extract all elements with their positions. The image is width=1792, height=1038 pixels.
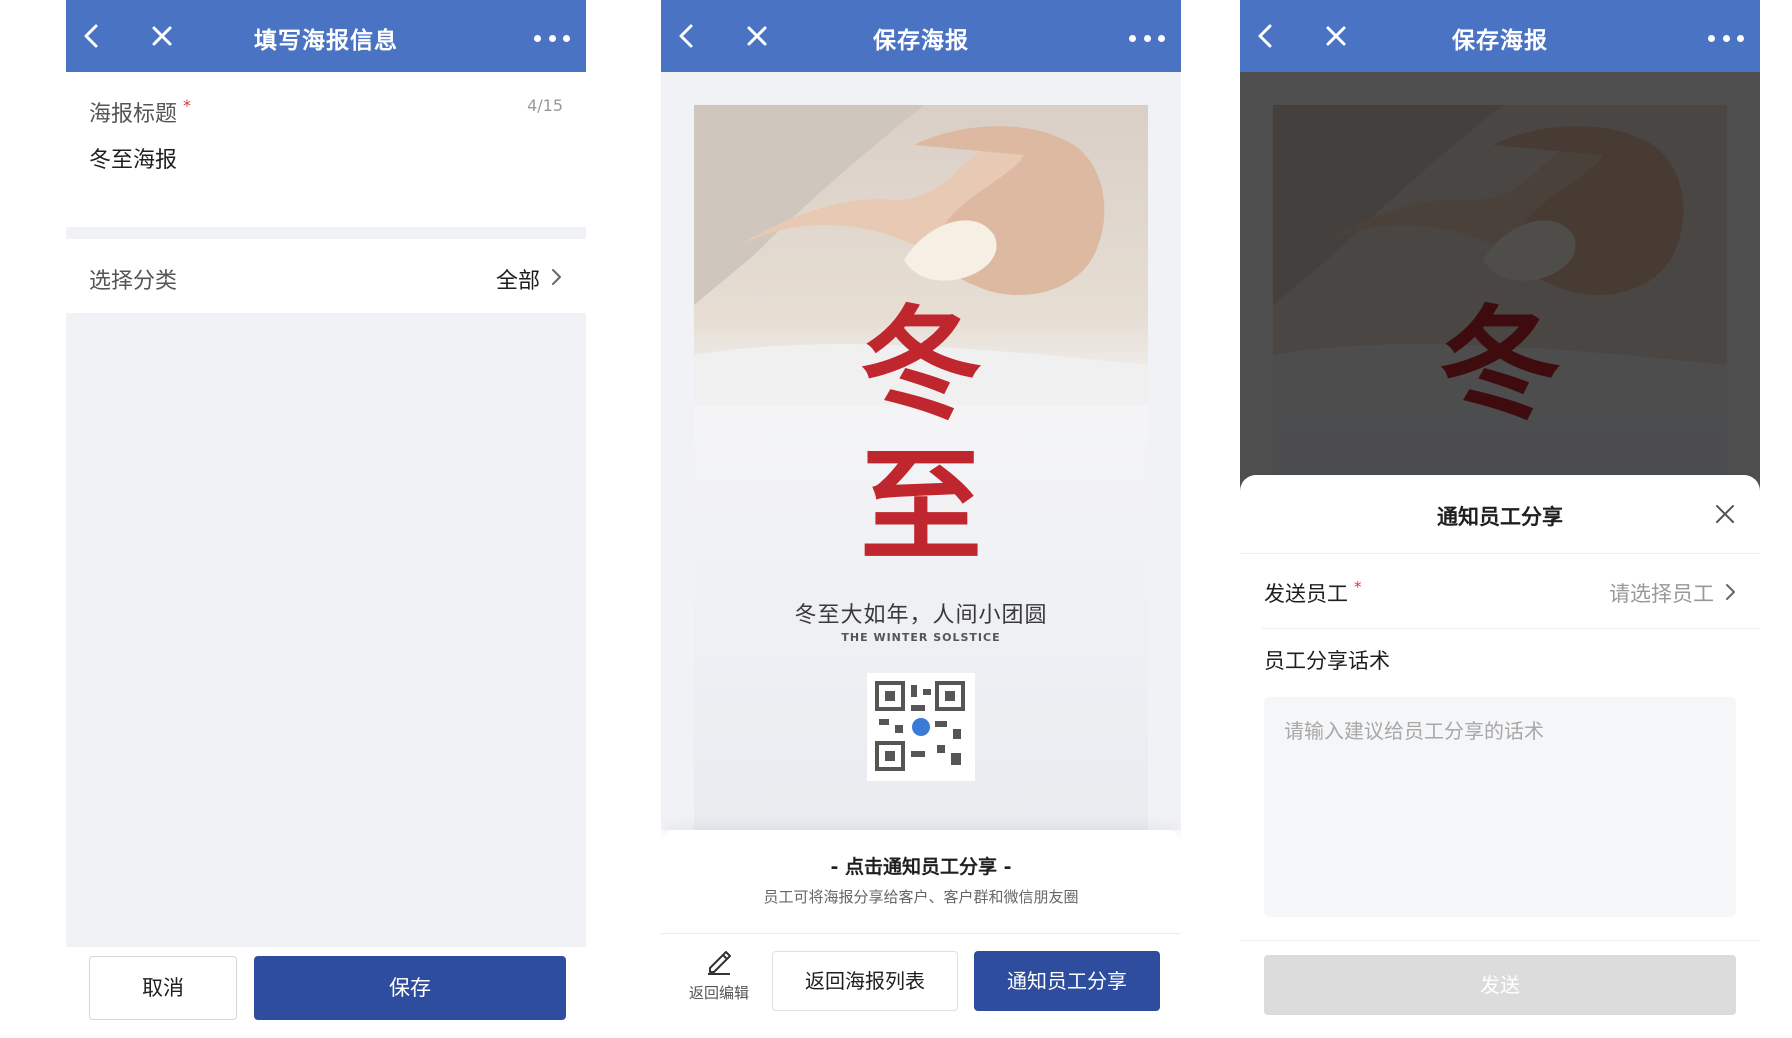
poster-english-title: THE WINTER SOLSTICE — [841, 631, 1001, 644]
sheet-title: 通知员工分享 — [1437, 505, 1563, 529]
close-icon[interactable] — [1318, 18, 1354, 54]
select-staff-placeholder: 请选择员工 — [1609, 582, 1714, 606]
category-label: 选择分类 — [89, 269, 178, 294]
poster-title-input[interactable]: 冬至海报 — [89, 142, 177, 174]
required-mark: * — [1354, 578, 1362, 596]
chevron-left-icon[interactable] — [74, 18, 110, 54]
save-poster-screen: 保存海报 冬 至 冬至大如年，人间小团圆 THE WINTER SOLSTICE… — [661, 0, 1181, 1038]
send-button[interactable]: 发送 — [1264, 955, 1736, 1015]
form-footer: 取消 保存 — [66, 947, 586, 1038]
close-icon[interactable] — [144, 18, 180, 54]
cancel-button[interactable]: 取消 — [89, 956, 237, 1020]
divider — [1240, 940, 1760, 941]
pencil-icon — [704, 946, 734, 976]
chevron-left-icon[interactable] — [669, 18, 705, 54]
navbar: 填写海报信息 — [66, 0, 586, 72]
notify-staff-button[interactable]: 通知员工分享 — [974, 951, 1160, 1011]
page-title: 保存海报 — [873, 28, 969, 54]
page-title: 保存海报 — [1452, 28, 1548, 54]
notify-staff-sheet: 通知员工分享 发送员工* 请选择员工 员工分享话术 发送 — [1240, 475, 1760, 1038]
required-mark: * — [183, 96, 192, 115]
navbar: 保存海报 — [1240, 0, 1760, 72]
sheet-divider — [661, 933, 1181, 934]
poster-preview-area: 冬 至 冬至大如年，人间小团圆 THE WINTER SOLSTICE — [661, 72, 1181, 865]
modal-overlay[interactable] — [1240, 72, 1760, 492]
chevron-right-icon — [1724, 582, 1738, 602]
poster-title-field[interactable]: 海报标题 * 4/15 冬至海报 — [66, 72, 586, 227]
back-to-edit-label: 返回编辑 — [688, 984, 749, 1002]
save-button[interactable]: 保存 — [254, 956, 566, 1020]
poster-char-solstice: 至 — [860, 434, 982, 578]
back-to-edit-button[interactable]: 返回编辑 — [679, 946, 759, 1026]
poster-char-winter: 冬 — [860, 292, 982, 436]
poster-title-label: 海报标题 * — [89, 96, 192, 127]
select-staff-row[interactable]: 发送员工 * 请选择员工 — [1240, 554, 1760, 628]
poster-tagline: 冬至大如年，人间小团圆 — [794, 603, 1048, 628]
share-script-input[interactable] — [1264, 697, 1736, 917]
share-script-label: 员工分享话术 — [1264, 649, 1390, 673]
navbar: 保存海报 — [661, 0, 1181, 72]
category-select-row[interactable]: 选择分类 全部 — [66, 239, 586, 313]
send-staff-label: 发送员工 * — [1264, 578, 1362, 606]
category-value: 全部 — [495, 269, 540, 294]
more-dots-icon[interactable] — [530, 28, 574, 48]
chevron-left-icon[interactable] — [1248, 18, 1284, 54]
char-counter: 4/15 — [527, 96, 563, 115]
close-icon[interactable] — [739, 18, 775, 54]
sheet-title: - 点击通知员工分享 - — [830, 856, 1012, 878]
notify-staff-screen: 保存海报 冬 通知员工分享 发送员工* 请选择员工 — [1240, 0, 1760, 1038]
more-dots-icon[interactable] — [1704, 28, 1748, 48]
share-action-sheet: - 点击通知员工分享 - 员工可将海报分享给客户、客户群和微信朋友圈 返回编辑 … — [661, 830, 1181, 1038]
section-divider — [66, 227, 586, 239]
empty-area — [66, 313, 586, 947]
fill-poster-info-screen: 填写海报信息 海报标题 * 4/15 冬至海报 选择分类 全部 取消 保存 — [66, 0, 586, 1038]
poster-image: 冬 至 冬至大如年，人间小团圆 THE WINTER SOLSTICE — [694, 105, 1148, 865]
sheet-description: 员工可将海报分享给客户、客户群和微信朋友圈 — [763, 888, 1079, 906]
divider — [1262, 628, 1760, 629]
more-dots-icon[interactable] — [1125, 28, 1169, 48]
page-title: 填写海报信息 — [254, 28, 398, 54]
return-to-list-button[interactable]: 返回海报列表 — [772, 951, 958, 1011]
chevron-right-icon — [550, 267, 564, 287]
qr-code — [867, 673, 975, 781]
close-icon[interactable] — [1712, 501, 1738, 527]
